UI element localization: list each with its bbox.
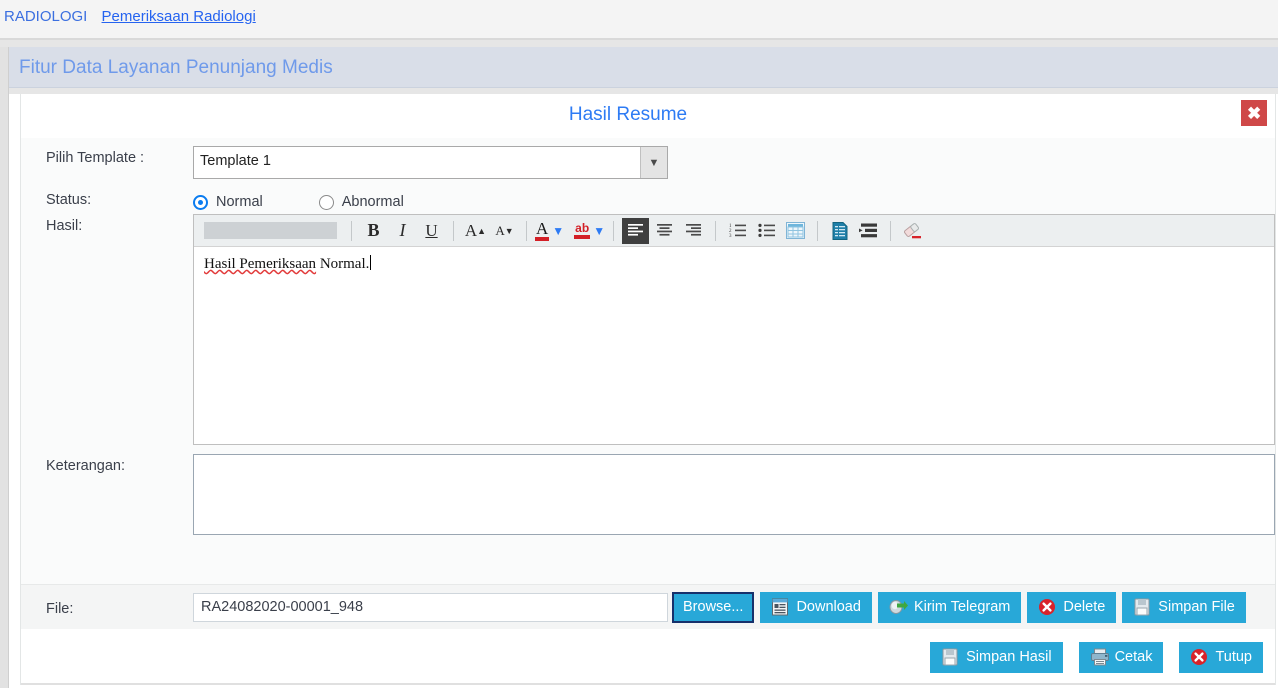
left-rail [0,47,9,688]
tutup-button[interactable]: Tutup [1179,641,1263,673]
toolbar-divider [453,220,454,241]
card-body: Pilih Template : Template 1 ▼ Status: No… [21,138,1275,685]
font-color-icon[interactable]: A ▼ [535,220,564,241]
delete-x-icon [1038,598,1056,616]
status-radio-abnormal[interactable]: Abnormal [318,194,404,210]
breadcrumb-current[interactable]: Pemeriksaan Radiologi [102,8,256,25]
toolbar-divider [613,220,615,241]
document-icon[interactable] [826,218,853,244]
cetak-button-label: Cetak [1114,649,1153,665]
font-name-input[interactable] [204,222,337,239]
hasil-resume-card: Hasil Resume ✖ Pilih Template : Template… [20,94,1276,685]
page-gap-strip [0,40,1278,47]
keterangan-input[interactable] [193,454,1275,535]
hasil-editor-text-tail: Normal. [316,256,370,272]
toolbar-divider [715,220,717,241]
status-row: Status: Normal Abnormal [21,188,1275,210]
highlight-color-icon[interactable]: ab ▼ [574,222,605,239]
italic-icon[interactable]: I [389,218,416,244]
file-row: File: RA24082020-00001_948 Browse... Dow… [21,584,1275,629]
align-left-icon[interactable] [622,217,650,244]
cetak-button[interactable]: Cetak [1078,641,1164,673]
bottom-rule [21,683,1275,685]
align-center-icon[interactable] [651,218,678,244]
kirim-telegram-button[interactable]: Kirim Telegram [877,591,1022,623]
indent-icon[interactable] [855,218,882,244]
grow-font-icon[interactable]: A ▲ [462,218,489,244]
file-name-input[interactable]: RA24082020-00001_948 [193,592,668,622]
status-label: Status: [46,192,92,208]
radio-unselected-icon [318,194,334,210]
breadcrumb: RADIOLOGI Pemeriksaan Radiologi [0,0,1278,38]
template-label: Pilih Template : [46,150,145,166]
radio-selected-icon [193,194,208,210]
file-label: File: [46,601,74,617]
floppy-icon [941,648,959,666]
status-radio-normal-label: Normal [216,194,263,210]
underline-icon[interactable]: U [418,218,445,244]
numbered-list-icon[interactable]: 123 [724,218,751,244]
bold-icon[interactable]: B [360,218,387,244]
delete-button-label: Delete [1063,599,1106,615]
breadcrumb-root[interactable]: RADIOLOGI [4,8,87,25]
shrink-font-icon[interactable]: A ▼ [491,218,518,244]
page-title: Hasil Resume [568,104,688,125]
template-select-value: Template 1 [200,153,271,169]
chevron-down-icon: ▼ [640,147,667,178]
keterangan-label: Keterangan: [46,458,126,474]
toolbar-divider [351,220,352,241]
kirim-telegram-button-label: Kirim Telegram [913,599,1011,615]
status-radio-group: Normal Abnormal [193,188,404,210]
simpan-hasil-button-label: Simpan Hasil [966,649,1052,665]
align-right-icon[interactable] [680,218,707,244]
editor-toolbar: B I U A ▲ A ▼ A ▼ ab ▼ 1 2 3 [194,215,1274,247]
keterangan-row: Keterangan: [21,454,1275,535]
browse-button[interactable]: Browse... [672,591,755,623]
download-button-label: Download [796,599,861,615]
document-icon [771,598,789,616]
status-radio-normal[interactable]: Normal [193,194,263,210]
hasil-row: Hasil: B I U A ▲ A ▼ A ▼ ab ▼ 1 2 3 Hasi… [21,214,1275,445]
close-x-icon[interactable]: ✖ [1241,100,1267,126]
template-row: Pilih Template : Template 1 ▼ [21,146,1275,179]
action-buttons-row: Simpan Hasil Cetak Tutup [21,629,1275,685]
simpan-hasil-button[interactable]: Simpan Hasil [930,641,1063,673]
insert-table-icon[interactable] [782,218,809,244]
bullet-list-icon[interactable] [753,218,780,244]
hasil-editor: B I U A ▲ A ▼ A ▼ ab ▼ 1 2 3 Hasil Pemer… [193,214,1275,445]
hasil-label: Hasil: [46,218,83,234]
delete-button[interactable]: Delete [1027,591,1117,623]
status-radio-abnormal-label: Abnormal [341,194,404,210]
download-button[interactable]: Download [760,591,872,623]
template-select[interactable]: Template 1 ▼ [193,146,668,179]
tutup-button-label: Tutup [1215,649,1252,665]
simpan-file-button[interactable]: Simpan File [1122,591,1246,623]
clear-format-icon[interactable] [899,218,926,244]
toolbar-divider [890,220,892,241]
telegram-icon [889,598,908,616]
hasil-editor-content[interactable]: Hasil Pemeriksaan Normal. [194,247,1274,444]
svg-text:3: 3 [729,234,732,238]
page-frame: Fitur Data Layanan Penunjang Medis Hasil… [0,47,1278,688]
delete-x-icon [1190,648,1208,666]
hasil-editor-text-spellchecked: Hasil Pemeriksaan [204,256,317,272]
floppy-icon [1133,598,1151,616]
printer-icon [1090,648,1109,666]
text-caret [370,255,372,270]
toolbar-divider [526,220,527,241]
feature-header: Fitur Data Layanan Penunjang Medis [9,47,1278,88]
card-title-row: Hasil Resume ✖ [21,94,1275,138]
browse-button-label: Browse... [683,599,744,615]
simpan-file-button-label: Simpan File [1158,599,1235,615]
toolbar-divider [817,220,819,241]
